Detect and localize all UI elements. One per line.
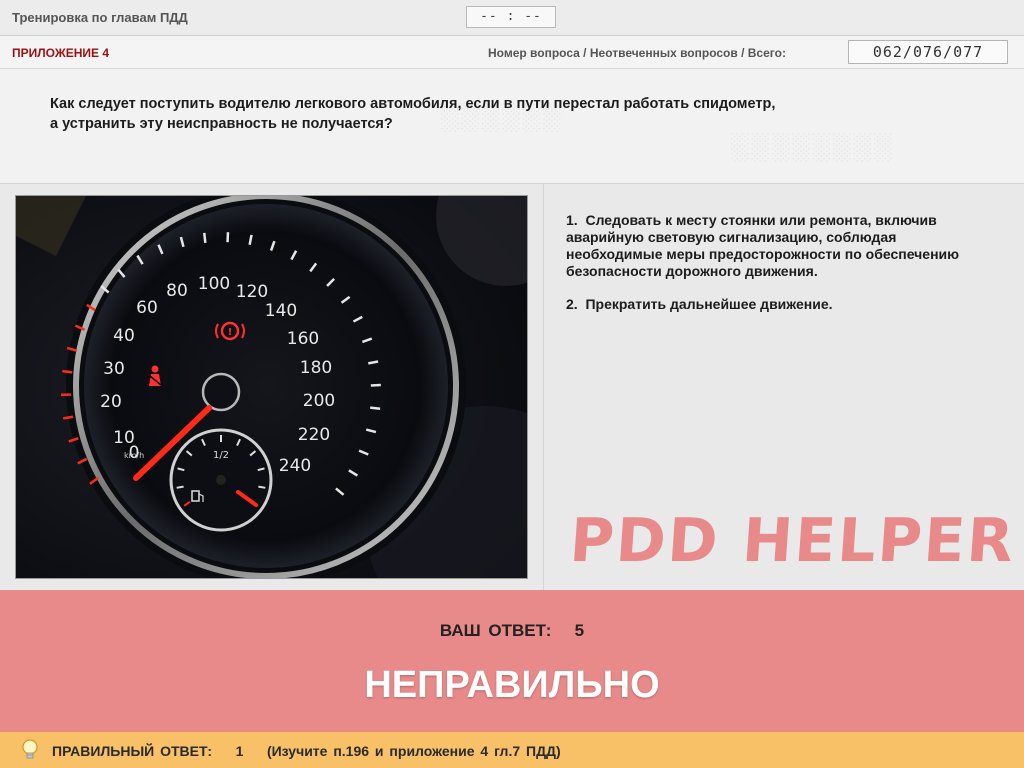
svg-text:!: !	[228, 327, 233, 338]
speed-tick-label: 100	[198, 274, 230, 294]
speed-tick-label: 40	[113, 326, 135, 346]
answer-option-1[interactable]: 1. Следовать к месту стоянки или ремонта…	[566, 212, 996, 280]
speed-tick-label: 160	[287, 329, 319, 349]
fuel-half-label: 1/2	[213, 450, 229, 461]
answer-options: 1. Следовать к месту стоянки или ремонта…	[566, 212, 996, 329]
your-answer-label: ВАШ ОТВЕТ:	[439, 621, 552, 640]
speed-tick-label: 20	[100, 392, 122, 412]
speed-tick-label: 240	[279, 456, 311, 476]
question-text: Как следует поступить водителю легкового…	[50, 94, 930, 134]
speed-tick	[62, 415, 74, 420]
speedometer-illustration: 0102030406080 100 120140160180200220240 km…	[16, 196, 527, 578]
correct-answer-value: 1	[235, 743, 244, 759]
answer-number: 1.	[566, 212, 578, 228]
answer-number: 2.	[566, 296, 578, 312]
question-counter-label: Номер вопроса / Неотвеченных вопросов / …	[488, 46, 786, 60]
speed-tick	[62, 369, 73, 374]
question-image: 0 10 20 30 40 60 80 100 120 140 160 180 200 220 240 km…	[15, 195, 528, 579]
your-answer: ВАШ ОТВЕТ: 5	[0, 621, 1024, 641]
question-line: Как следует поступить водителю легкового…	[50, 96, 776, 112]
title-bar: Тренировка по главам ПДД -- : --	[0, 0, 1024, 36]
speed-tick-label: 30	[103, 359, 125, 379]
speed-tick-label: 10	[113, 428, 135, 448]
speed-tick	[203, 232, 207, 243]
speed-tick-label: 120	[236, 282, 268, 302]
answer-option-2[interactable]: 2. Прекратить дальнейшее движение.	[566, 296, 996, 313]
answer-text: Прекратить дальнейшее движение.	[585, 296, 833, 312]
result-panel: ВАШ ОТВЕТ: 5 НЕПРАВИЛЬНО	[0, 590, 1024, 732]
verdict-text: НЕПРАВИЛЬНО	[364, 664, 660, 706]
question-line: а устранить эту неисправность не получае…	[50, 116, 393, 132]
speed-tick-label: 180	[300, 358, 332, 378]
question-counter: 062/076/077	[848, 40, 1008, 64]
correct-answer-bar: ПРАВИЛЬНЫЙ ОТВЕТ: 1 (Изучите п.196 и при…	[0, 732, 1024, 768]
correct-answer-hint: (Изучите п.196 и приложение 4 гл.7 ПДД)	[266, 743, 561, 759]
speed-unit: km/h	[124, 451, 144, 460]
correct-answer-label: ПРАВИЛЬНЫЙ ОТВЕТ:	[52, 743, 213, 759]
app-title: Тренировка по главам ПДД	[12, 10, 188, 25]
fuel-tick	[176, 485, 184, 489]
needle-hub	[201, 372, 241, 412]
fuel-tick	[258, 485, 266, 489]
correct-answer-text: ПРАВИЛЬНЫЙ ОТВЕТ: 1 (Изучите п.196 и при…	[52, 743, 561, 759]
brand-watermark: PDD HELPER	[567, 506, 1018, 576]
speed-tick-label: 80	[166, 281, 188, 301]
question-panel: ░░░░░░ ░░░░░░░░ Как следует поступить во…	[0, 69, 1024, 184]
speed-tick-label: 200	[303, 391, 335, 411]
speed-tick-label: 60	[136, 298, 158, 318]
section-label: ПРИЛОЖЕНИЕ 4	[12, 46, 110, 60]
timer-display: -- : --	[466, 6, 556, 28]
lightbulb-icon	[22, 739, 38, 759]
speed-tick-label: 220	[298, 425, 330, 445]
watermark-decoration: ░░░░░░░░	[730, 131, 894, 161]
answer-text: Следовать к месту стоянки или ремонта, в…	[566, 212, 960, 279]
section-bar: ПРИЛОЖЕНИЕ 4 Номер вопроса / Неотвеченны…	[0, 36, 1024, 69]
speed-tick	[370, 406, 381, 410]
speed-tick-label: 140	[265, 301, 297, 321]
divider	[543, 184, 544, 590]
your-answer-value: 5	[574, 621, 585, 640]
